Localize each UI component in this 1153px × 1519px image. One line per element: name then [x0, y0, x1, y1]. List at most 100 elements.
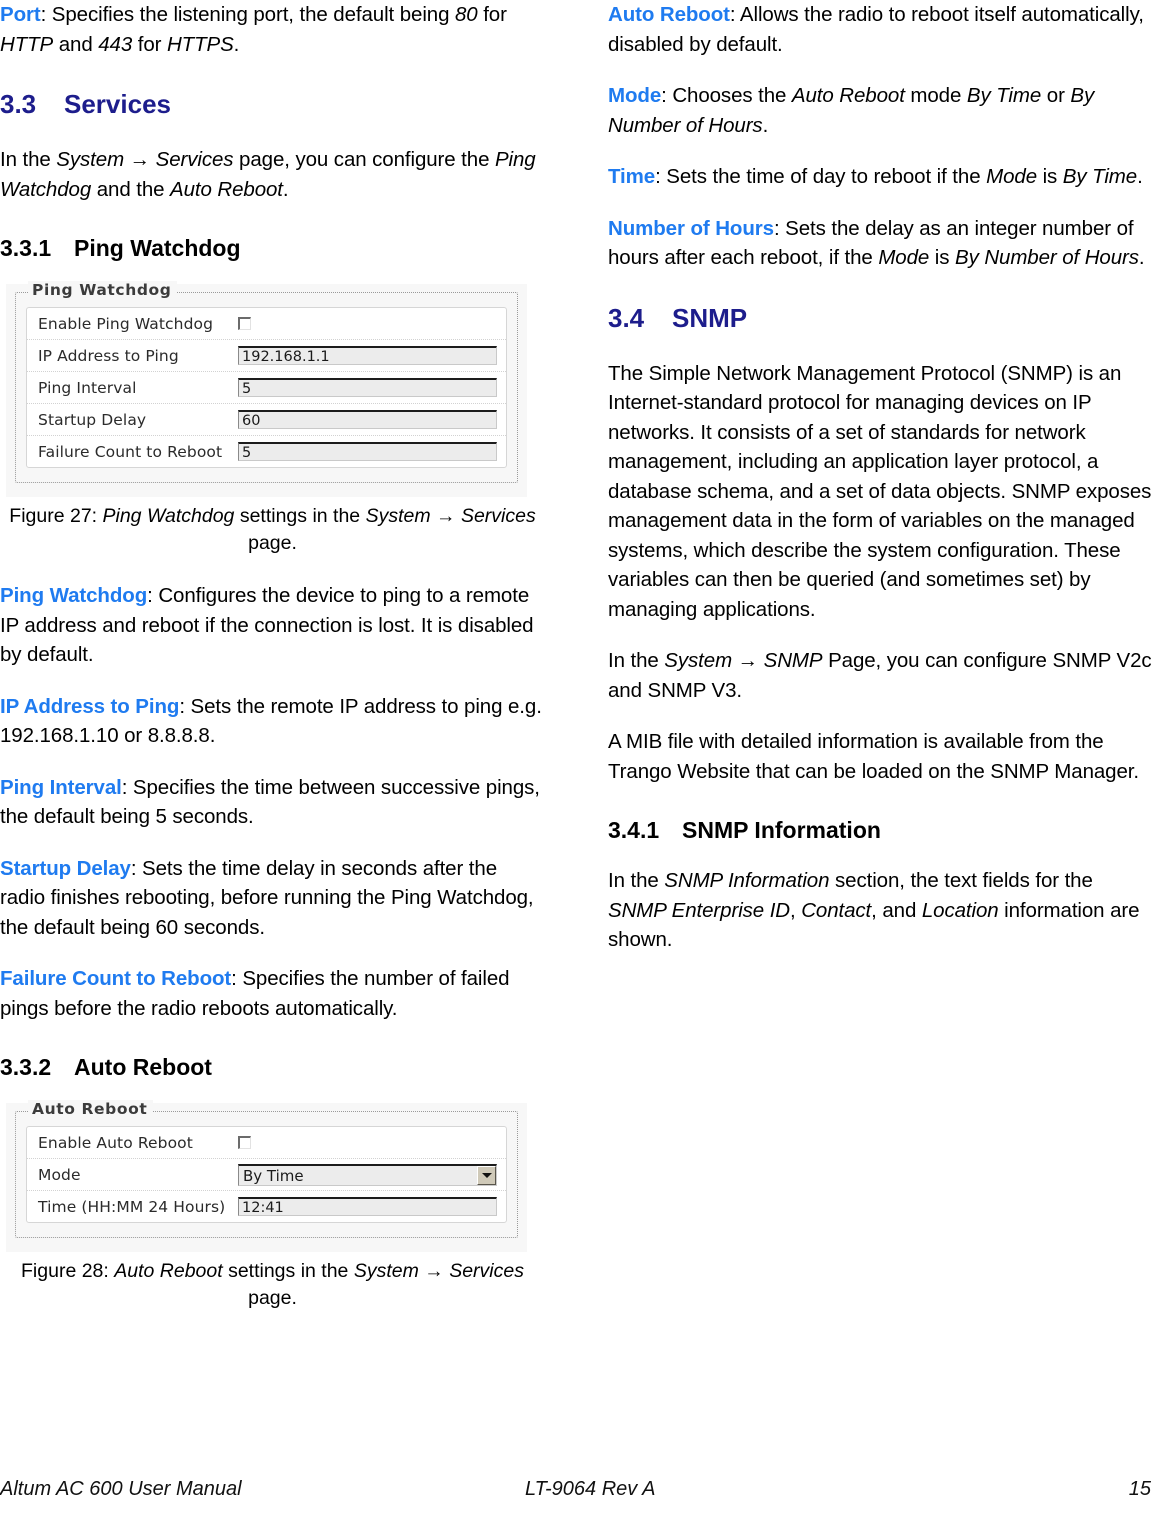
checkbox-enable-ping-watchdog[interactable] — [238, 317, 251, 330]
control-enable-auto-reboot — [238, 1136, 497, 1149]
paragraph-startup-delay: Startup Delay: Sets the time delay in se… — [0, 854, 545, 943]
paragraph-failure-count: Failure Count to Reboot: Specifies the n… — [0, 964, 545, 1023]
control-enable-ping-watchdog — [238, 317, 497, 330]
input-startup-delay[interactable]: 60 — [238, 410, 497, 429]
footer-page-number: 15 — [1128, 1478, 1151, 1500]
form-row-enable-auto-reboot: Enable Auto Reboot — [27, 1127, 506, 1159]
heading-3-4-1-number: 3.4.1 — [608, 817, 660, 843]
snmp-info-text-3: , — [790, 898, 802, 922]
snmp-page-text-1: In the — [608, 649, 665, 672]
port-italic-443: 443 — [98, 32, 133, 56]
paragraph-number-of-hours: Number of Hours: Sets the delay as an in… — [608, 214, 1153, 273]
label-enable-ping-watchdog: Enable Ping Watchdog — [38, 314, 214, 333]
arrow-icon: → — [430, 505, 461, 527]
services-intro-italic-services: Services — [155, 148, 234, 171]
input-failure-count-to-reboot[interactable]: 5 — [238, 442, 497, 461]
mode-text-4: . — [762, 113, 769, 137]
paragraph-time: Time: Sets the time of day to reboot if … — [608, 162, 1153, 192]
input-time[interactable]: 12:41 — [238, 1197, 497, 1216]
figure-28-caption-italic-2: System — [353, 1260, 419, 1282]
heading-3-3-1-title: Ping Watchdog — [74, 235, 241, 261]
figure-27-caption-text-2: settings in the — [234, 505, 366, 527]
paragraph-port: Port: Specifies the listening port, the … — [0, 0, 545, 59]
control-time: 12:41 — [238, 1197, 497, 1216]
checkbox-enable-auto-reboot[interactable] — [238, 1136, 251, 1149]
footer-manual-title: Altum AC 600 User Manual — [0, 1478, 242, 1500]
services-intro-text-3: and the — [91, 177, 171, 201]
figure-27-caption-italic-3: Services — [460, 505, 536, 527]
time-text-3: . — [1137, 165, 1143, 188]
figure-28-screenshot: Auto Reboot Enable Auto Reboot Mode By T… — [6, 1100, 527, 1252]
document-page: Port: Specifies the listening port, the … — [0, 0, 1153, 1519]
services-intro-text-1: In the — [0, 148, 57, 171]
snmp-info-text-2: section, the text fields for the — [829, 869, 1093, 892]
paragraph-snmp-intro: The Simple Network Management Protocol (… — [608, 361, 1152, 621]
heading-3-4-1-snmp-information: 3.4.1 SNMP Information — [608, 816, 1153, 844]
time-text-2: is — [1037, 165, 1063, 188]
arrow-icon: → — [732, 649, 764, 672]
heading-3-3-2-title: Auto Reboot — [74, 1054, 212, 1080]
term-time: Time — [608, 165, 656, 188]
label-ip-address-to-ping: IP Address to Ping — [38, 346, 179, 365]
auto-reboot-form: Enable Auto Reboot Mode By Time Time (HH… — [26, 1126, 507, 1223]
hours-text-2: is — [929, 246, 955, 269]
services-intro-text-4: . — [282, 177, 289, 201]
paragraph-snmp-page: In the System → SNMP Page, you can confi… — [608, 646, 1153, 705]
hours-italic-by-number-of-hours: By Number of Hours — [955, 246, 1139, 269]
chevron-down-icon[interactable] — [477, 1165, 496, 1185]
form-row-ip-address-to-ping: IP Address to Ping 192.168.1.1 — [27, 340, 506, 372]
figure-28-caption-text-1: Figure 28: — [21, 1260, 115, 1282]
form-row-ping-interval: Ping Interval 5 — [27, 372, 506, 404]
control-startup-delay: 60 — [238, 410, 497, 429]
heading-3-4-snmp: 3.4 SNMP — [608, 303, 1153, 333]
term-ping-watchdog: Ping Watchdog — [0, 584, 148, 607]
dropdown-mode-value: By Time — [243, 1166, 304, 1185]
term-port: Port — [0, 3, 41, 26]
heading-3-4-title: SNMP — [672, 302, 748, 333]
time-italic-mode: Mode — [986, 165, 1037, 188]
heading-3-3-1-number: 3.3.1 — [0, 235, 52, 261]
dropdown-mode[interactable]: By Time — [238, 1163, 497, 1186]
time-italic-by-time: By Time — [1062, 165, 1138, 188]
figure-27-caption-text-3: page. — [248, 532, 297, 554]
mode-text-3: or — [1041, 84, 1071, 107]
label-mode: Mode — [38, 1165, 81, 1184]
input-ping-interval[interactable]: 5 — [238, 378, 497, 397]
form-row-time: Time (HH:MM 24 Hours) 12:41 — [27, 1191, 506, 1222]
heading-3-3-2-number: 3.3.2 — [0, 1054, 52, 1080]
port-text-5: . — [233, 32, 240, 56]
port-text-2: for — [477, 3, 507, 26]
figure-27-caption-italic-1: Ping Watchdog — [102, 505, 235, 527]
ping-watchdog-fieldset: Ping Watchdog Enable Ping Watchdog IP Ad… — [15, 281, 518, 483]
left-column: Port: Specifies the listening port, the … — [0, 0, 545, 1336]
label-ping-interval: Ping Interval — [38, 378, 137, 397]
figure-28-caption-text-2: settings in the — [222, 1260, 354, 1282]
snmp-page-italic-snmp: SNMP — [763, 649, 823, 672]
control-ping-interval: 5 — [238, 378, 497, 397]
label-failure-count-to-reboot: Failure Count to Reboot — [38, 442, 223, 461]
port-italic-https: HTTPS — [166, 32, 234, 56]
auto-reboot-panel-title: Auto Reboot — [28, 1100, 154, 1118]
services-intro-italic-auto-reboot: Auto Reboot — [170, 177, 283, 201]
port-italic-http: HTTP — [0, 32, 54, 56]
heading-3-3-1-ping-watchdog: 3.3.1 Ping Watchdog — [0, 234, 545, 262]
arrow-icon: → — [418, 1260, 450, 1282]
label-enable-auto-reboot: Enable Auto Reboot — [38, 1133, 193, 1152]
paragraph-auto-reboot: Auto Reboot: Allows the radio to reboot … — [608, 0, 1153, 59]
paragraph-mib-file: A MIB file with detailed information is … — [608, 730, 1139, 783]
term-ping-interval: Ping Interval — [0, 775, 122, 799]
paragraph-mode: Mode: Chooses the Auto Reboot mode By Ti… — [608, 81, 1153, 140]
right-column: Auto Reboot: Allows the radio to reboot … — [608, 0, 1153, 977]
ping-watchdog-panel-title: Ping Watchdog — [28, 281, 178, 299]
snmp-info-italic-1: SNMP Information — [664, 869, 830, 892]
page-footer: Altum AC 600 User Manual LT-9064 Rev A 1… — [0, 1478, 1153, 1508]
figure-28-caption: Figure 28: Auto Reboot settings in the S… — [0, 1258, 545, 1312]
heading-3-3-2-auto-reboot: 3.3.2 Auto Reboot — [0, 1053, 545, 1081]
form-row-mode: Mode By Time — [27, 1159, 506, 1191]
arrow-icon: → — [124, 148, 156, 171]
input-ip-address-to-ping[interactable]: 192.168.1.1 — [238, 346, 497, 365]
paragraph-services-intro: In the System → Services page, you can c… — [0, 145, 545, 204]
term-number-of-hours: Number of Hours — [608, 216, 774, 240]
heading-3-4-number: 3.4 — [608, 302, 645, 333]
snmp-info-text-1: In the — [608, 869, 665, 892]
